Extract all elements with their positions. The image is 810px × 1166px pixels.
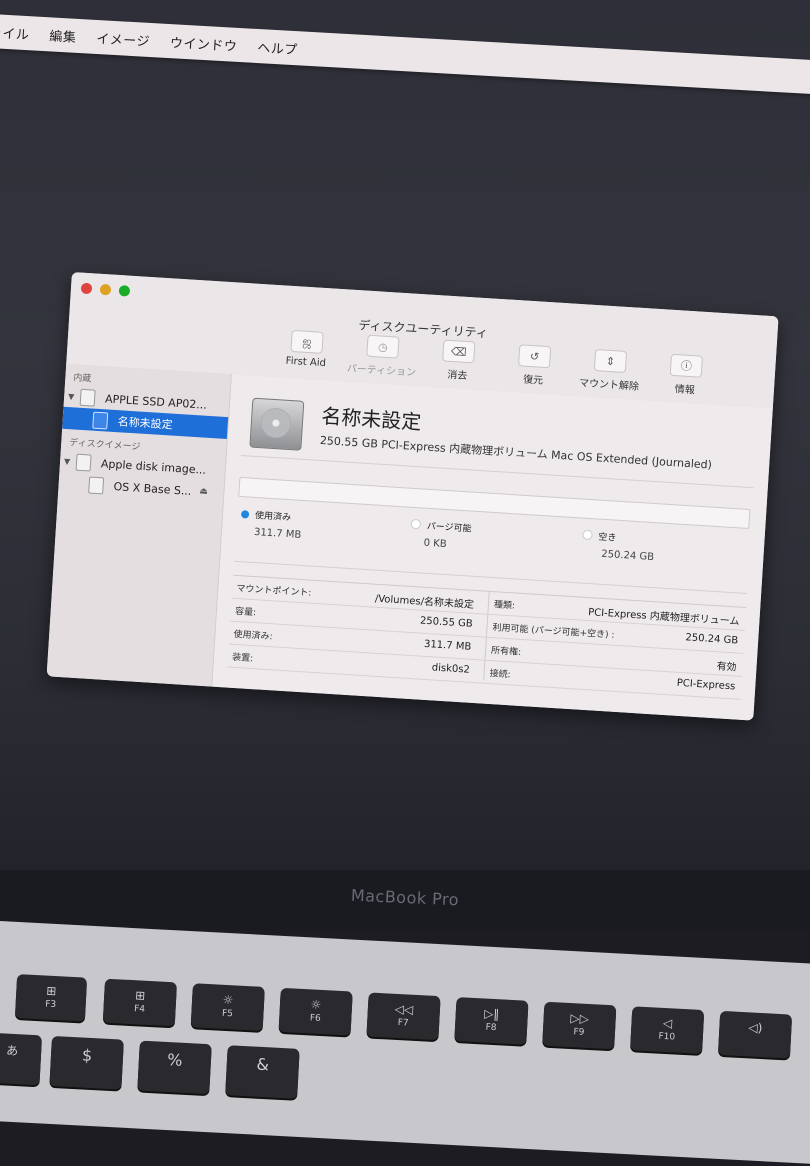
disk-image-icon [75, 453, 92, 472]
unmount-button[interactable]: ⇕ マウント解除 [579, 348, 640, 393]
key-percent[interactable]: % [137, 1040, 212, 1095]
key-f8[interactable]: ▷‖ F8 [454, 997, 529, 1045]
key-f9[interactable]: ▷▷ F9 [542, 1001, 617, 1050]
usage-bar [238, 476, 751, 530]
close-button[interactable] [80, 282, 93, 295]
stethoscope-icon: ஜ [302, 334, 313, 348]
restore-button[interactable]: ↺ 復元 [504, 343, 564, 388]
info-icon: ⓘ [680, 359, 693, 374]
menu-help[interactable]: ヘルプ [257, 36, 299, 57]
keyboard: ⊞ F3 ⊞ F4 ☼ F5 ☼ F6 ◁◁ F7 ▷‖ F8 ▷▷ F9 ◁ F10 ◁) あ… [0, 920, 810, 1166]
volume-detail-pane: 名称未設定 250.55 GB PCI-Express 内蔵物理ボリューム Ma… [212, 374, 773, 721]
minimize-button[interactable] [99, 283, 112, 296]
hard-disk-icon [249, 397, 305, 451]
screen: ァイル 編集 イメージ ウインドウ ヘルプ ディスクユーティリティ ஜ Firs… [0, 0, 810, 870]
legend-purgeable: パージ可能 0 KB [409, 518, 472, 552]
menu-window[interactable]: ウインドウ [170, 32, 238, 55]
volume-icon [88, 475, 105, 494]
purgeable-dot-icon [410, 518, 422, 530]
disk-utility-window: ディスクユーティリティ ஜ First Aid ◷ パーティション ⌫ 消去 ↺… [46, 272, 779, 721]
key-f11[interactable]: ◁) [717, 1010, 793, 1059]
sidebar: 内蔵 ▼ APPLE SSD AP02... 名称未設定 ディスクイメージ ▼ … [46, 363, 232, 687]
used-dot-icon [240, 510, 250, 519]
volume-info-table: マウントポイント: /Volumes/名称未設定 種類: PCI-Express… [227, 574, 747, 700]
eraser-icon: ⌫ [450, 344, 467, 359]
key-f7[interactable]: ◁◁ F7 [366, 992, 441, 1041]
volume-name: 名称未設定 [320, 403, 423, 435]
menu-edit[interactable]: 編集 [49, 25, 77, 45]
partition-button[interactable]: ◷ パーティション [346, 334, 416, 379]
disclosure-triangle-icon[interactable]: ▼ [60, 456, 77, 466]
key-f4[interactable]: ⊞ F4 [102, 978, 178, 1027]
volume-description: 250.55 GB PCI-Express 内蔵物理ボリューム Mac OS E… [319, 433, 713, 472]
info-button[interactable]: ⓘ 情報 [655, 353, 715, 398]
menu-bar: ァイル 編集 イメージ ウインドウ ヘルプ [0, 14, 810, 95]
zoom-button[interactable] [118, 284, 131, 297]
first-aid-button[interactable]: ஜ First Aid [276, 329, 336, 374]
menu-file[interactable]: ァイル [0, 21, 30, 42]
pie-chart-icon: ◷ [377, 339, 389, 354]
key-dollar[interactable]: $ [49, 1035, 124, 1090]
key-f5[interactable]: ☼ F5 [190, 983, 265, 1031]
disclosure-triangle-icon[interactable]: ▼ [64, 391, 81, 401]
drive-icon [79, 388, 96, 407]
menu-image[interactable]: イメージ [96, 27, 151, 49]
erase-button[interactable]: ⌫ 消去 [428, 339, 488, 384]
free-dot-icon [582, 529, 593, 541]
key-ampersand[interactable]: & [225, 1045, 300, 1099]
key-hiragana[interactable]: あ [0, 1032, 43, 1086]
legend-used: 使用済み 311.7 MB [240, 507, 303, 541]
eject-icon[interactable]: ⏏ [199, 486, 208, 497]
key-f3[interactable]: ⊞ F3 [14, 974, 88, 1022]
legend-free: 空き 250.24 GB [581, 529, 656, 563]
volume-icon [92, 411, 109, 430]
key-f6[interactable]: ☼ F6 [278, 987, 353, 1036]
unmount-icon: ⇕ [605, 354, 616, 368]
key-f10[interactable]: ◁ F10 [630, 1006, 705, 1054]
restore-icon: ↺ [529, 349, 540, 363]
